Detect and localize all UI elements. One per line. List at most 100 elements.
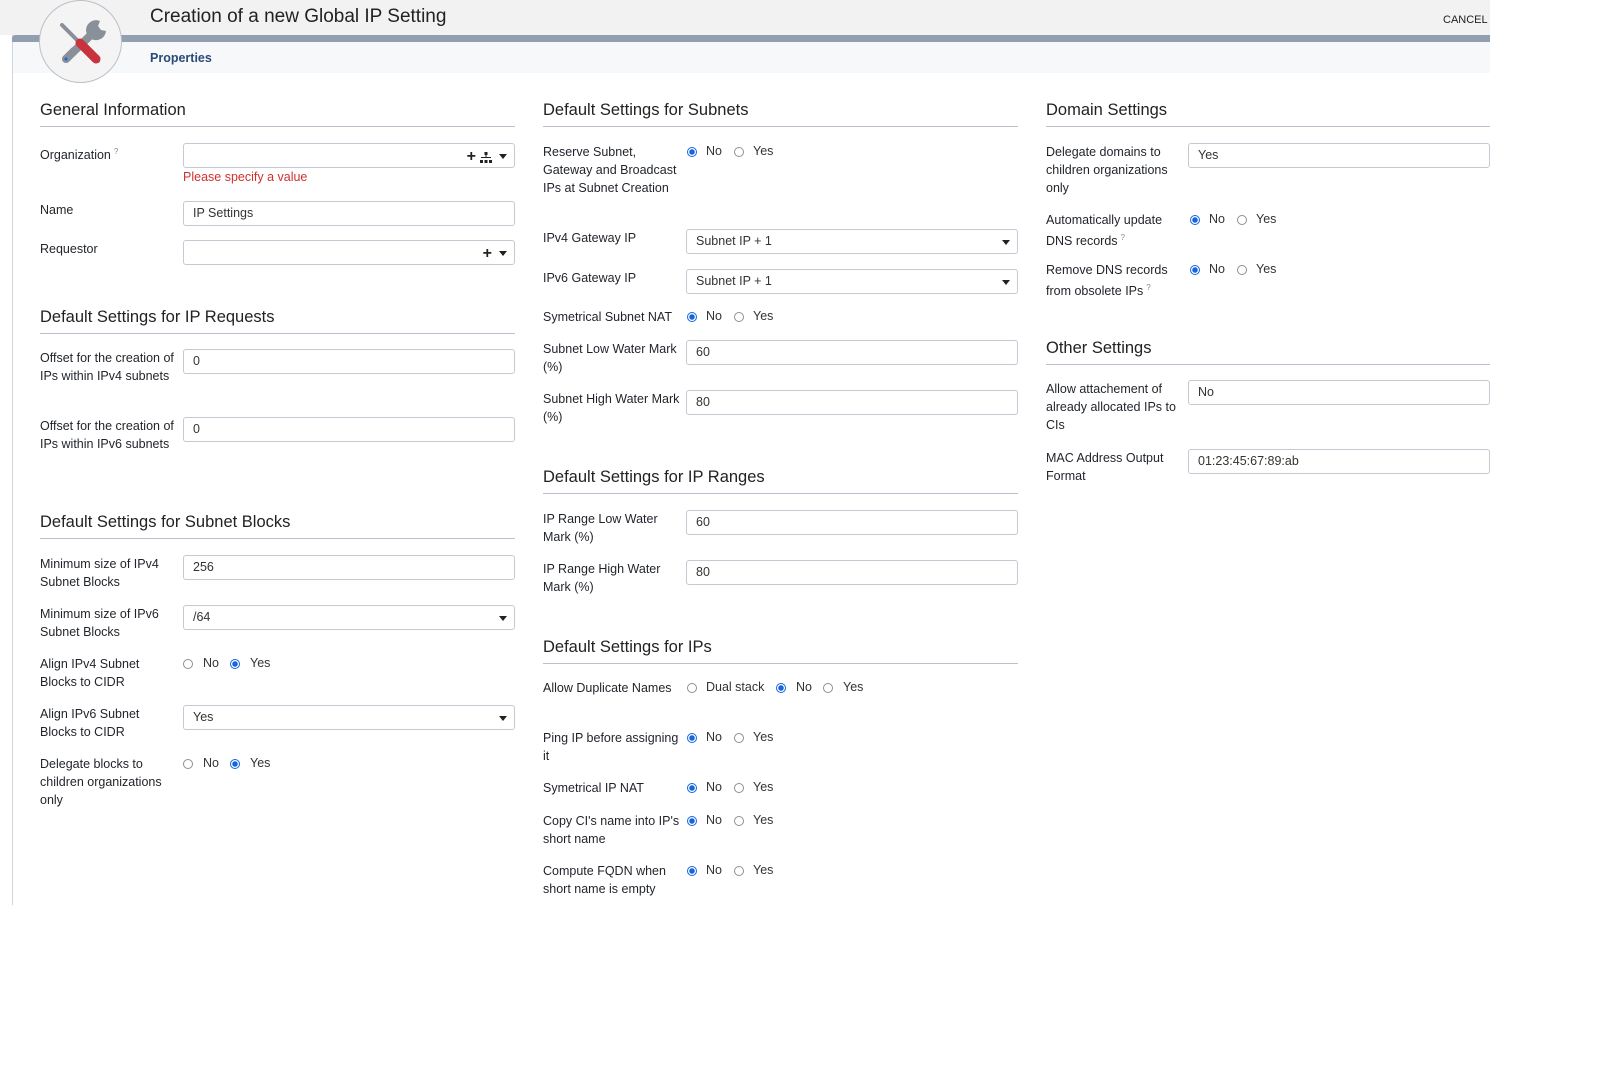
symetrical-ip-nat-option-label[interactable]: Yes [753,780,773,794]
organization-label: Organization? [40,143,178,164]
chevron-down-icon[interactable] [1002,280,1010,285]
section-heading: Other Settings [1046,339,1490,365]
remove-dns-records-from-obsolete-ips-radio-yes[interactable] [1237,265,1247,275]
delegate-blocks-to-children-organizations-only-radio-no[interactable] [183,759,193,769]
help-icon[interactable]: ? [114,147,118,156]
copy-ci-s-name-into-ip-s-short-name-option-label[interactable]: No [706,813,722,827]
section-heading: Default Settings for IP Requests [40,308,515,334]
chevron-down-icon[interactable] [1002,240,1010,245]
align-ipv6-subnet-blocks-to-cidr-select[interactable]: Yes [183,705,515,730]
help-icon[interactable]: ? [1146,283,1150,292]
symetrical-subnet-nat-radio-yes[interactable] [734,312,744,322]
reserve-subnet-gateway-and-broadcast-ips-at-subnet-creation-option-label[interactable]: No [706,144,722,158]
minimum-size-of-ipv4-subnet-blocks-input[interactable]: 256 [183,555,515,580]
compute-fqdn-when-short-name-is-empty-radio-no[interactable] [687,866,697,876]
reserve-subnet-gateway-and-broadcast-ips-at-subnet-creation-radio-yes[interactable] [734,147,744,157]
offset-for-the-creation-of-ips-within-ipv4-subnets-input[interactable]: 0 [183,349,515,374]
field-value: No [1198,385,1214,399]
allow-duplicate-names-option-label[interactable]: No [796,680,812,694]
requestor-label: Requestor [40,240,178,258]
delegate-blocks-to-children-organizations-only-option-label[interactable]: Yes [250,756,270,770]
chevron-down-icon[interactable] [499,251,507,256]
tree-icon[interactable] [480,149,492,163]
label-text: Align IPv6 Subnet Blocks to CIDR [40,707,140,739]
cancel-button[interactable]: CANCEL [1443,14,1488,26]
delegate-blocks-to-children-organizations-only-option-label[interactable]: No [203,756,219,770]
help-icon[interactable]: ? [1121,233,1125,242]
align-ipv4-subnet-blocks-to-cidr-option-label[interactable]: Yes [250,656,270,670]
offset-for-the-creation-of-ips-within-ipv6-subnets-label: Offset for the creation of IPs within IP… [40,417,178,453]
label-text: Name [40,203,74,217]
mac-address-output-format-input[interactable]: 01:23:45:67:89:ab [1188,449,1490,474]
subnet-high-water-mark-input[interactable]: 80 [686,390,1018,415]
symetrical-subnet-nat-option-label[interactable]: No [706,309,722,323]
copy-ci-s-name-into-ip-s-short-name-radio-no[interactable] [687,816,697,826]
label-text: Align IPv4 Subnet Blocks to CIDR [40,657,140,689]
chevron-down-icon[interactable] [499,616,507,621]
ip-range-high-water-mark-input[interactable]: 80 [686,560,1018,585]
copy-ci-s-name-into-ip-s-short-name-label: Copy CI's name into IP's short name [543,812,681,848]
organization-input[interactable]: + [183,143,515,168]
automatically-update-dns-records-option-label[interactable]: Yes [1256,212,1276,226]
align-ipv4-subnet-blocks-to-cidr-radio-yes[interactable] [230,659,240,669]
field-value: IP Settings [193,206,254,220]
delegate-blocks-to-children-organizations-only-label: Delegate blocks to children organization… [40,755,178,809]
chevron-down-icon[interactable] [499,716,507,721]
symetrical-ip-nat-option-label[interactable]: No [706,780,722,794]
offset-for-the-creation-of-ips-within-ipv6-subnets-input[interactable]: 0 [183,417,515,442]
label-text: Automatically update DNS records [1046,213,1163,249]
automatically-update-dns-records-radio-yes[interactable] [1237,215,1247,225]
remove-dns-records-from-obsolete-ips-option-label[interactable]: No [1209,262,1225,276]
delegate-blocks-to-children-organizations-only-radio-yes[interactable] [230,759,240,769]
reserve-subnet-gateway-and-broadcast-ips-at-subnet-creation-option-label[interactable]: Yes [753,144,773,158]
ipv4-gateway-ip-select[interactable]: Subnet IP + 1 [686,229,1018,254]
label-text: IP Range High Water Mark (%) [543,562,661,594]
allow-duplicate-names-radio-no[interactable] [776,683,786,693]
automatically-update-dns-records-option-label[interactable]: No [1209,212,1225,226]
remove-dns-records-from-obsolete-ips-option-label[interactable]: Yes [1256,262,1276,276]
align-ipv4-subnet-blocks-to-cidr-radio-no[interactable] [183,659,193,669]
ip-range-low-water-mark-input[interactable]: 60 [686,510,1018,535]
label-text: MAC Address Output Format [1046,451,1164,483]
symetrical-ip-nat-radio-yes[interactable] [734,783,744,793]
subnet-low-water-mark-label: Subnet Low Water Mark (%) [543,340,681,376]
plus-icon[interactable]: + [467,145,476,168]
minimum-size-of-ipv6-subnet-blocks-select[interactable]: /64 [183,605,515,630]
mac-address-output-format-label: MAC Address Output Format [1046,449,1184,485]
reserve-subnet-gateway-and-broadcast-ips-at-subnet-creation-radio-no[interactable] [687,147,697,157]
chevron-down-icon[interactable] [499,154,507,159]
allow-duplicate-names-label: Allow Duplicate Names [543,679,681,697]
allow-duplicate-names-option-label[interactable]: Yes [843,680,863,694]
delegate-domains-to-children-organizations-only-label: Delegate domains to children organizatio… [1046,143,1184,197]
ping-ip-before-assigning-it-option-label[interactable]: No [706,730,722,744]
subnet-low-water-mark-input[interactable]: 60 [686,340,1018,365]
field-value: /64 [193,610,211,624]
compute-fqdn-when-short-name-is-empty-option-label[interactable]: Yes [753,863,773,877]
allow-duplicate-names-radio-yes[interactable] [823,683,833,693]
symetrical-subnet-nat-radio-no[interactable] [687,312,697,322]
delegate-domains-to-children-organizations-only-input[interactable]: Yes [1188,143,1490,168]
name-input[interactable]: IP Settings [183,201,515,226]
tab-properties[interactable]: Properties [150,51,212,65]
symetrical-subnet-nat-option-label[interactable]: Yes [753,309,773,323]
ping-ip-before-assigning-it-option-label[interactable]: Yes [753,730,773,744]
symetrical-ip-nat-radio-no[interactable] [687,783,697,793]
ipv6-gateway-ip-select[interactable]: Subnet IP + 1 [686,269,1018,294]
align-ipv4-subnet-blocks-to-cidr-option-label[interactable]: No [203,656,219,670]
label-text: Subnet High Water Mark (%) [543,392,680,424]
compute-fqdn-when-short-name-is-empty-radio-yes[interactable] [734,866,744,876]
copy-ci-s-name-into-ip-s-short-name-option-label[interactable]: Yes [753,813,773,827]
allow-duplicate-names-radio-dual-stack[interactable] [687,683,697,693]
requestor-input[interactable]: + [183,240,515,265]
compute-fqdn-when-short-name-is-empty-option-label[interactable]: No [706,863,722,877]
allow-duplicate-names-option-label[interactable]: Dual stack [706,680,764,694]
copy-ci-s-name-into-ip-s-short-name-radio-yes[interactable] [734,816,744,826]
label-text: Minimum size of IPv6 Subnet Blocks [40,607,159,639]
plus-icon[interactable]: + [483,242,492,265]
ping-ip-before-assigning-it-radio-no[interactable] [687,733,697,743]
allow-attachement-of-already-allocated-ips-to-cis-input[interactable]: No [1188,380,1490,405]
ping-ip-before-assigning-it-radio-yes[interactable] [734,733,744,743]
remove-dns-records-from-obsolete-ips-radio-no[interactable] [1190,265,1200,275]
automatically-update-dns-records-radio-no[interactable] [1190,215,1200,225]
allow-attachement-of-already-allocated-ips-to-cis-label: Allow attachement of already allocated I… [1046,380,1184,434]
